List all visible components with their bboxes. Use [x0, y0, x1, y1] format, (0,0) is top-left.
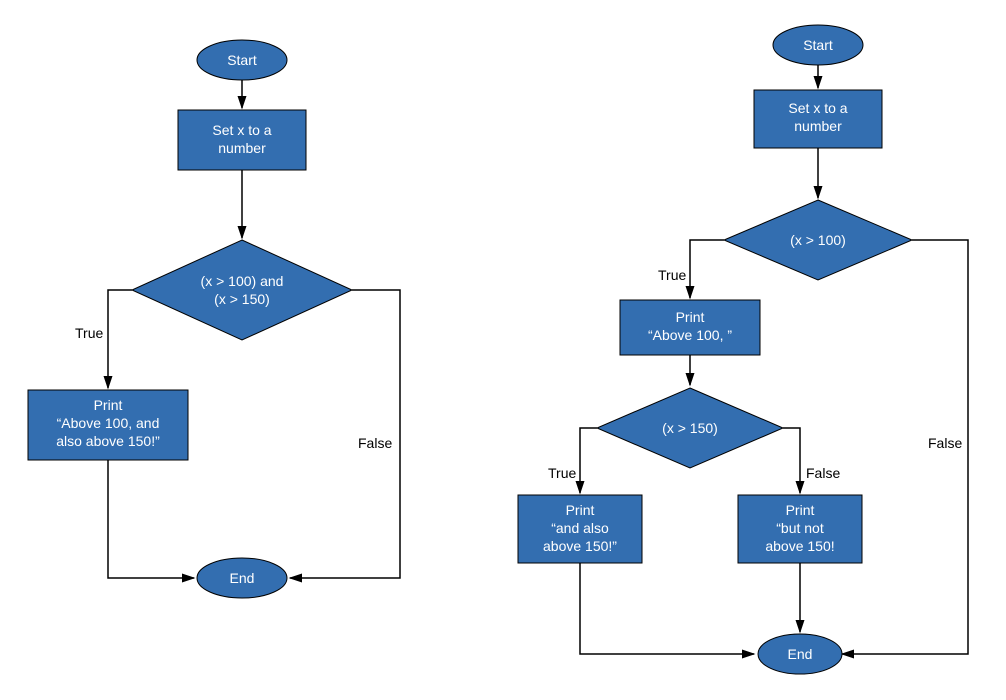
- end-label: End: [230, 570, 255, 586]
- process-text: above 150!”: [543, 538, 617, 554]
- connector: [580, 563, 754, 654]
- false-label: False: [358, 435, 392, 451]
- process-text: “and also: [551, 520, 609, 536]
- process-print-not-above150: Print “but not above 150!: [738, 495, 862, 563]
- start-label: Start: [803, 37, 833, 53]
- process-text: “Above 100, ”: [648, 327, 732, 343]
- process-set-x: Set x to a number: [178, 110, 306, 170]
- end-label: End: [788, 646, 813, 662]
- process-text: above 150!: [765, 538, 834, 554]
- process-text: Print: [566, 502, 595, 518]
- process-print-also-above150: Print “and also above 150!”: [518, 495, 642, 563]
- process-text: number: [218, 140, 266, 156]
- process-text: Set x to a: [212, 122, 271, 138]
- flowchart-diagram: Start Set x to a number (x > 100) and (x…: [0, 0, 1006, 700]
- true-label: True: [548, 465, 576, 481]
- connector: [108, 460, 194, 578]
- flowchart-right: Start Set x to a number (x > 100) True F…: [518, 25, 968, 674]
- decision-node-1: (x > 100): [724, 200, 912, 280]
- flowchart-left: Start Set x to a number (x > 100) and (x…: [28, 40, 400, 598]
- end-node: End: [758, 634, 842, 674]
- decision-text: (x > 100) and: [201, 273, 284, 289]
- process-text: also above 150!”: [56, 433, 160, 449]
- false-label: False: [806, 465, 840, 481]
- connector-true: [580, 428, 597, 493]
- process-text: Set x to a: [788, 100, 847, 116]
- connector-false: [783, 428, 800, 493]
- decision-node: (x > 100) and (x > 150): [132, 240, 352, 340]
- process-set-x: Set x to a number: [754, 90, 882, 148]
- connector-true: [690, 240, 724, 298]
- connector-false: [290, 290, 400, 578]
- true-label: True: [658, 267, 686, 283]
- process-text: Print: [94, 397, 123, 413]
- end-node: End: [197, 558, 287, 598]
- decision-text: (x > 100): [790, 232, 846, 248]
- process-text: Print: [676, 309, 705, 325]
- start-node: Start: [197, 40, 287, 80]
- connector-true: [108, 290, 132, 388]
- process-text: number: [794, 118, 842, 134]
- start-label: Start: [227, 52, 257, 68]
- process-text: “Above 100, and: [57, 415, 160, 431]
- true-label: True: [75, 325, 103, 341]
- process-print-above100: Print “Above 100, ”: [620, 300, 760, 355]
- decision-text: (x > 150): [214, 291, 270, 307]
- process-print: Print “Above 100, and also above 150!”: [28, 390, 188, 460]
- process-text: “but not: [776, 520, 824, 536]
- decision-text: (x > 150): [662, 420, 718, 436]
- false-label: False: [928, 435, 962, 451]
- process-text: Print: [786, 502, 815, 518]
- start-node: Start: [773, 25, 863, 65]
